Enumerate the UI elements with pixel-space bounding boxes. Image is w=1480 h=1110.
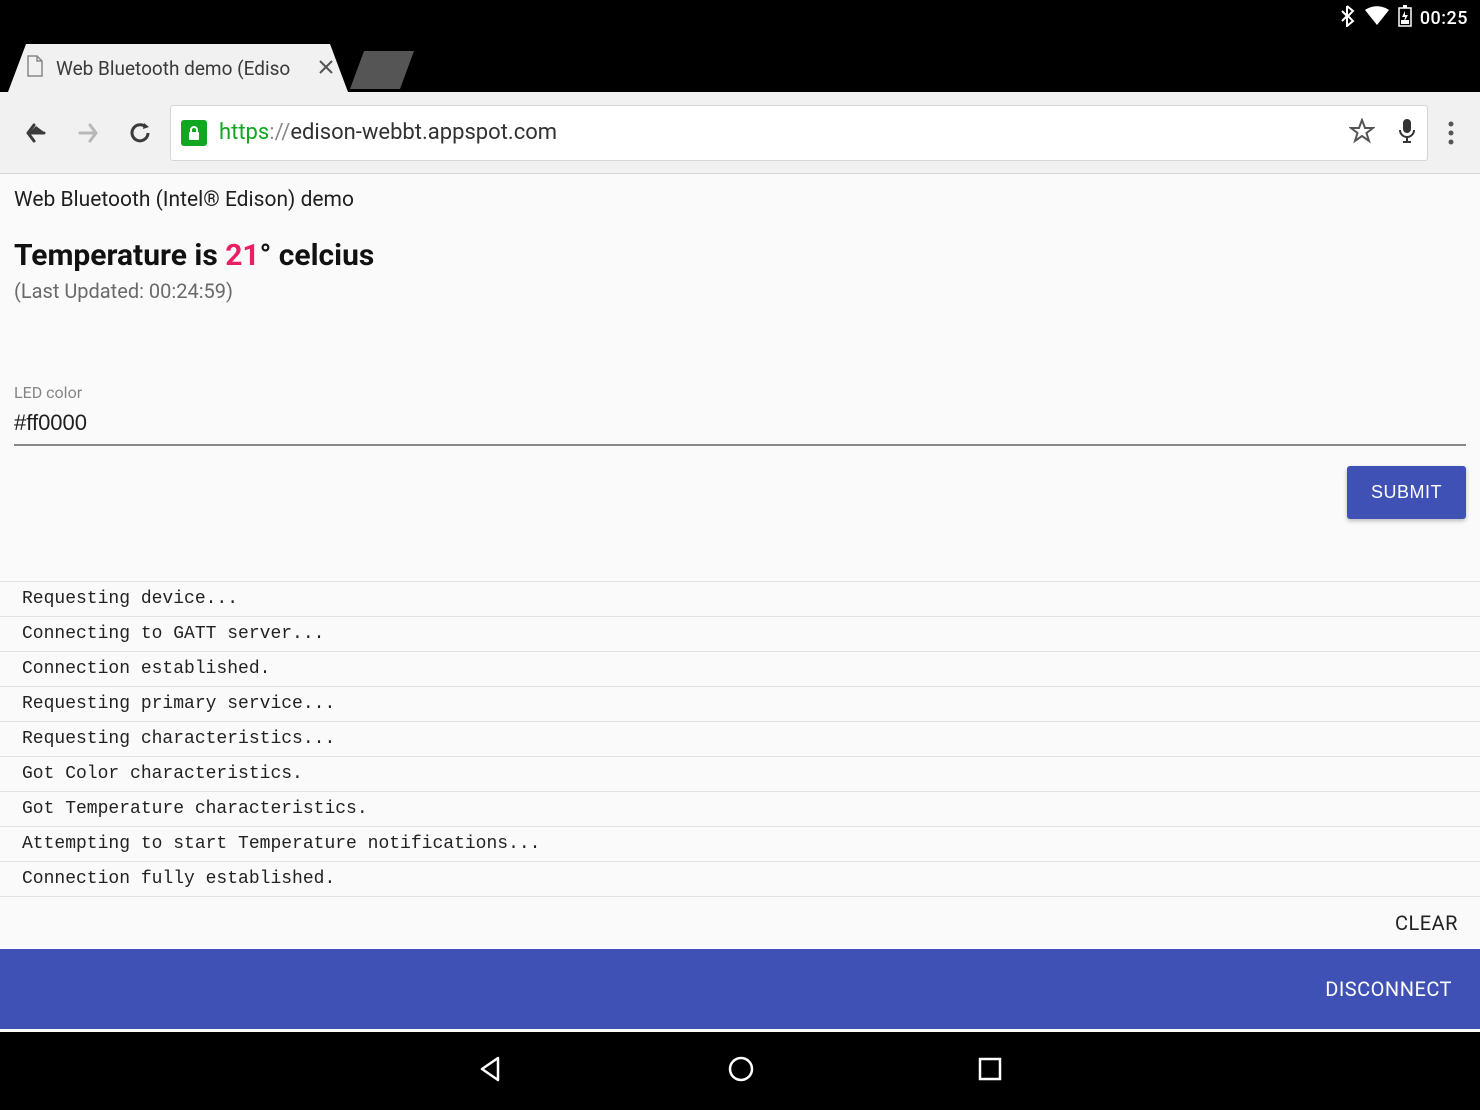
browser-toolbar: https://edison-webbt.appspot.com: [0, 92, 1480, 174]
url-sep: ://: [269, 120, 290, 145]
url-host: edison-webbt.appspot.com: [290, 120, 557, 145]
log-list: Requesting device... Connecting to GATT …: [0, 581, 1480, 897]
secure-lock-icon: [181, 120, 207, 146]
page-subtitle: Web Bluetooth (Intel® Edison) demo: [14, 188, 1466, 212]
nav-back-icon[interactable]: [476, 1054, 506, 1088]
log-line: Requesting device...: [0, 582, 1480, 617]
address-bar[interactable]: https://edison-webbt.appspot.com: [170, 105, 1428, 161]
nav-recent-icon[interactable]: [976, 1055, 1004, 1087]
battery-icon: [1398, 5, 1412, 32]
android-status-bar: 00:25: [0, 0, 1480, 36]
submit-button[interactable]: SUBMIT: [1347, 466, 1466, 519]
log-line: Got Temperature characteristics.: [0, 792, 1480, 827]
page-icon: [26, 55, 44, 82]
bookmark-icon[interactable]: [1349, 118, 1375, 148]
temp-prefix: Temperature is: [14, 238, 225, 273]
browser-menu-icon[interactable]: [1436, 121, 1466, 145]
url-scheme: https: [219, 120, 269, 145]
page-content: Web Bluetooth (Intel® Edison) demo Tempe…: [0, 174, 1480, 1032]
wifi-icon: [1364, 6, 1390, 31]
led-color-input[interactable]: [14, 406, 1466, 446]
browser-tab-active[interactable]: Web Bluetooth demo (Ediso: [8, 44, 348, 92]
temperature-heading: Temperature is 21° celcius: [14, 238, 1466, 273]
log-line: Attempting to start Temperature notifica…: [0, 827, 1480, 862]
clear-button[interactable]: CLEAR: [1395, 911, 1458, 935]
log-line: Connection fully established.: [0, 862, 1480, 897]
temp-suffix: ° celcius: [260, 238, 375, 273]
android-nav-bar: [0, 1032, 1480, 1110]
temp-value: 21: [225, 238, 259, 273]
browser-tabstrip: Web Bluetooth demo (Ediso: [0, 36, 1480, 92]
status-time: 00:25: [1420, 8, 1468, 29]
new-tab-button[interactable]: [350, 51, 414, 89]
last-updated: (Last Updated: 00:24:59): [14, 279, 1466, 303]
log-line: Got Color characteristics.: [0, 757, 1480, 792]
log-line: Connecting to GATT server...: [0, 617, 1480, 652]
back-button[interactable]: [14, 111, 58, 155]
tab-close-icon[interactable]: [318, 56, 334, 80]
led-color-label: LED color: [14, 383, 1466, 402]
log-line: Requesting characteristics...: [0, 722, 1480, 757]
forward-button[interactable]: [66, 111, 110, 155]
log-line: Requesting primary service...: [0, 687, 1480, 722]
url-text: https://edison-webbt.appspot.com: [219, 120, 557, 145]
mic-icon[interactable]: [1397, 117, 1417, 149]
disconnect-button[interactable]: DISCONNECT: [1325, 977, 1452, 1001]
nav-home-icon[interactable]: [726, 1054, 756, 1088]
log-line: Connection established.: [0, 652, 1480, 687]
reload-button[interactable]: [118, 111, 162, 155]
bluetooth-icon: [1340, 5, 1356, 32]
tab-title: Web Bluetooth demo (Ediso: [56, 57, 290, 80]
